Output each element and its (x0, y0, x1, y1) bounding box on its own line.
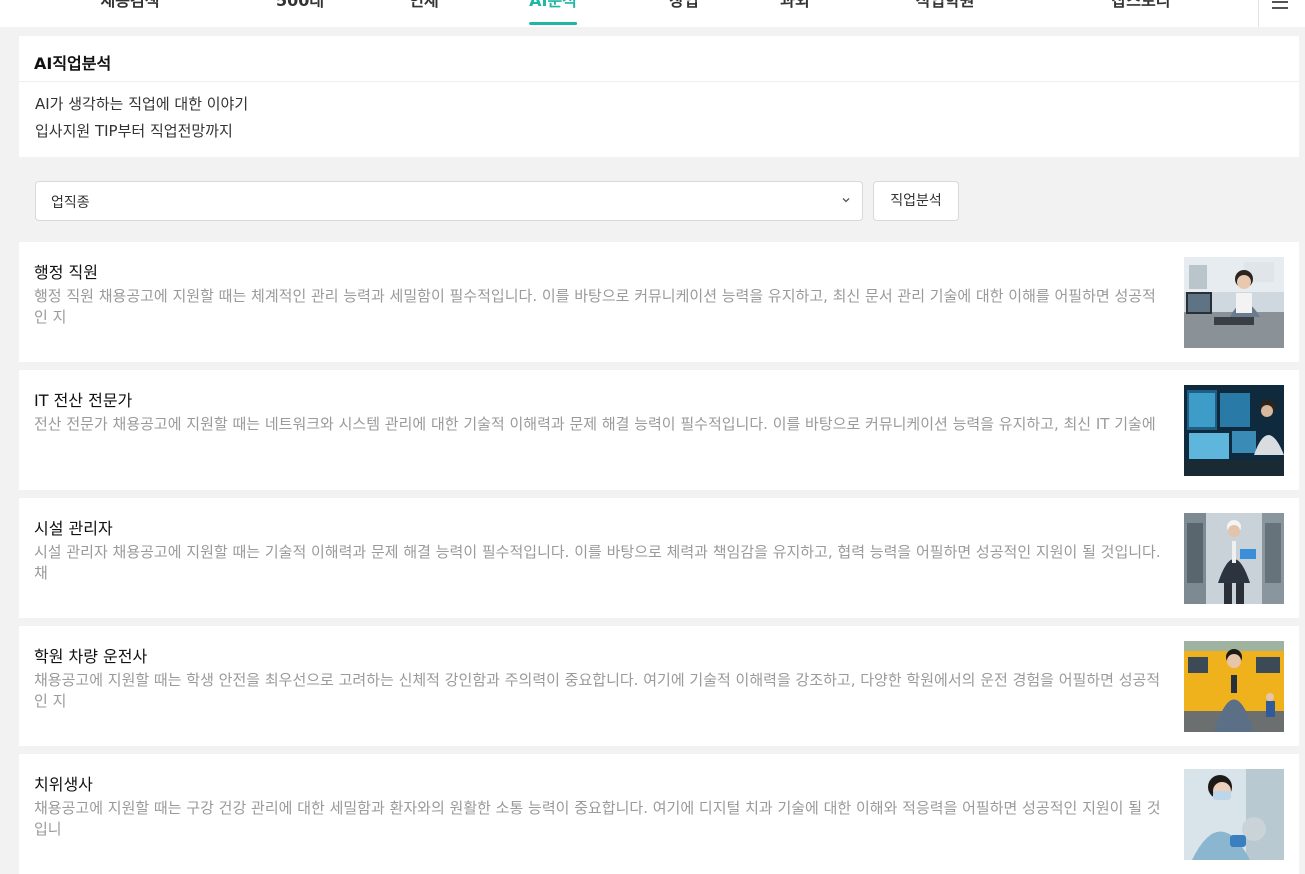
chevron-down-icon (842, 198, 850, 203)
job-description: 채용공고에 지원할 때는 학생 안전을 최우선으로 고려하는 신체적 강인함과 … (34, 671, 1161, 710)
tab-ai-analysis[interactable]: AI분석 (529, 0, 577, 27)
job-description: 채용공고에 지원할 때는 구강 건강 관리에 대한 세밀함과 환자와의 원활한 … (34, 799, 1161, 838)
nav-divider (1258, 0, 1259, 27)
facility-manager-photo (1184, 513, 1284, 604)
select-value: 업직종 (51, 195, 90, 211)
job-analysis-button[interactable]: 직업분석 (873, 181, 959, 221)
job-title: 치위생사 (34, 775, 93, 794)
bus-driver-photo (1184, 641, 1284, 732)
job-title: IT 전산 전문가 (34, 391, 133, 410)
office-worker-photo (1184, 257, 1284, 348)
job-description: 시설 관리자 채용공고에 지원할 때는 기술적 이해력과 문제 해결 능력이 필… (34, 543, 1161, 582)
tab-top500[interactable]: 500대 (276, 0, 324, 27)
tab-talent[interactable]: 인재 (409, 0, 438, 27)
job-category-select[interactable]: 업직종 (35, 181, 863, 221)
top-nav: 채용검색 500대 인재 AI분석 창업 과외 직업학원 잡스토리 (0, 0, 1305, 27)
it-specialist-photo (1184, 385, 1284, 476)
job-card[interactable]: 행정 직원 행정 직원 채용공고에 지원할 때는 체계적인 관리 능력과 세밀함… (19, 242, 1299, 362)
intro-card: AI직업분석 AI가 생각하는 직업에 대한 이야기 입사지원 TIP부터 직업… (19, 36, 1299, 157)
job-card[interactable]: 치위생사 채용공고에 지원할 때는 구강 건강 관리에 대한 세밀함과 환자와의… (19, 754, 1299, 874)
job-title: 학원 차량 운전사 (34, 647, 148, 666)
job-card[interactable]: 시설 관리자 시설 관리자 채용공고에 지원할 때는 기술적 이해력과 문제 해… (19, 498, 1299, 618)
intro-line-1: AI가 생각하는 직업에 대한 이야기 (35, 95, 249, 113)
tab-job-story[interactable]: 잡스토리 (1112, 0, 1171, 27)
dental-hygienist-photo (1184, 769, 1284, 860)
intro-line-2: 입사지원 TIP부터 직업전망까지 (35, 122, 233, 140)
tab-job-search[interactable]: 채용검색 (101, 0, 160, 27)
hamburger-menu-icon[interactable] (1270, 0, 1290, 12)
tab-vocational-school[interactable]: 직업학원 (916, 0, 975, 27)
job-title: 시설 관리자 (34, 519, 113, 538)
page-title: AI직업분석 (34, 54, 112, 73)
tab-tutoring[interactable]: 과외 (780, 0, 809, 27)
job-description: 행정 직원 채용공고에 지원할 때는 체계적인 관리 능력과 세밀함이 필수적입… (34, 287, 1156, 326)
job-card[interactable]: IT 전산 전문가 전산 전문가 채용공고에 지원할 때는 네트워크와 시스템 … (19, 370, 1299, 490)
job-title: 행정 직원 (34, 263, 98, 282)
job-card[interactable]: 학원 차량 운전사 채용공고에 지원할 때는 학생 안전을 최우선으로 고려하는… (19, 626, 1299, 746)
active-tab-indicator (529, 22, 577, 25)
divider (19, 81, 1299, 82)
job-description: 전산 전문가 채용공고에 지원할 때는 네트워크와 시스템 관리에 대한 기술적… (34, 415, 1156, 433)
tab-startup[interactable]: 창업 (669, 0, 698, 27)
